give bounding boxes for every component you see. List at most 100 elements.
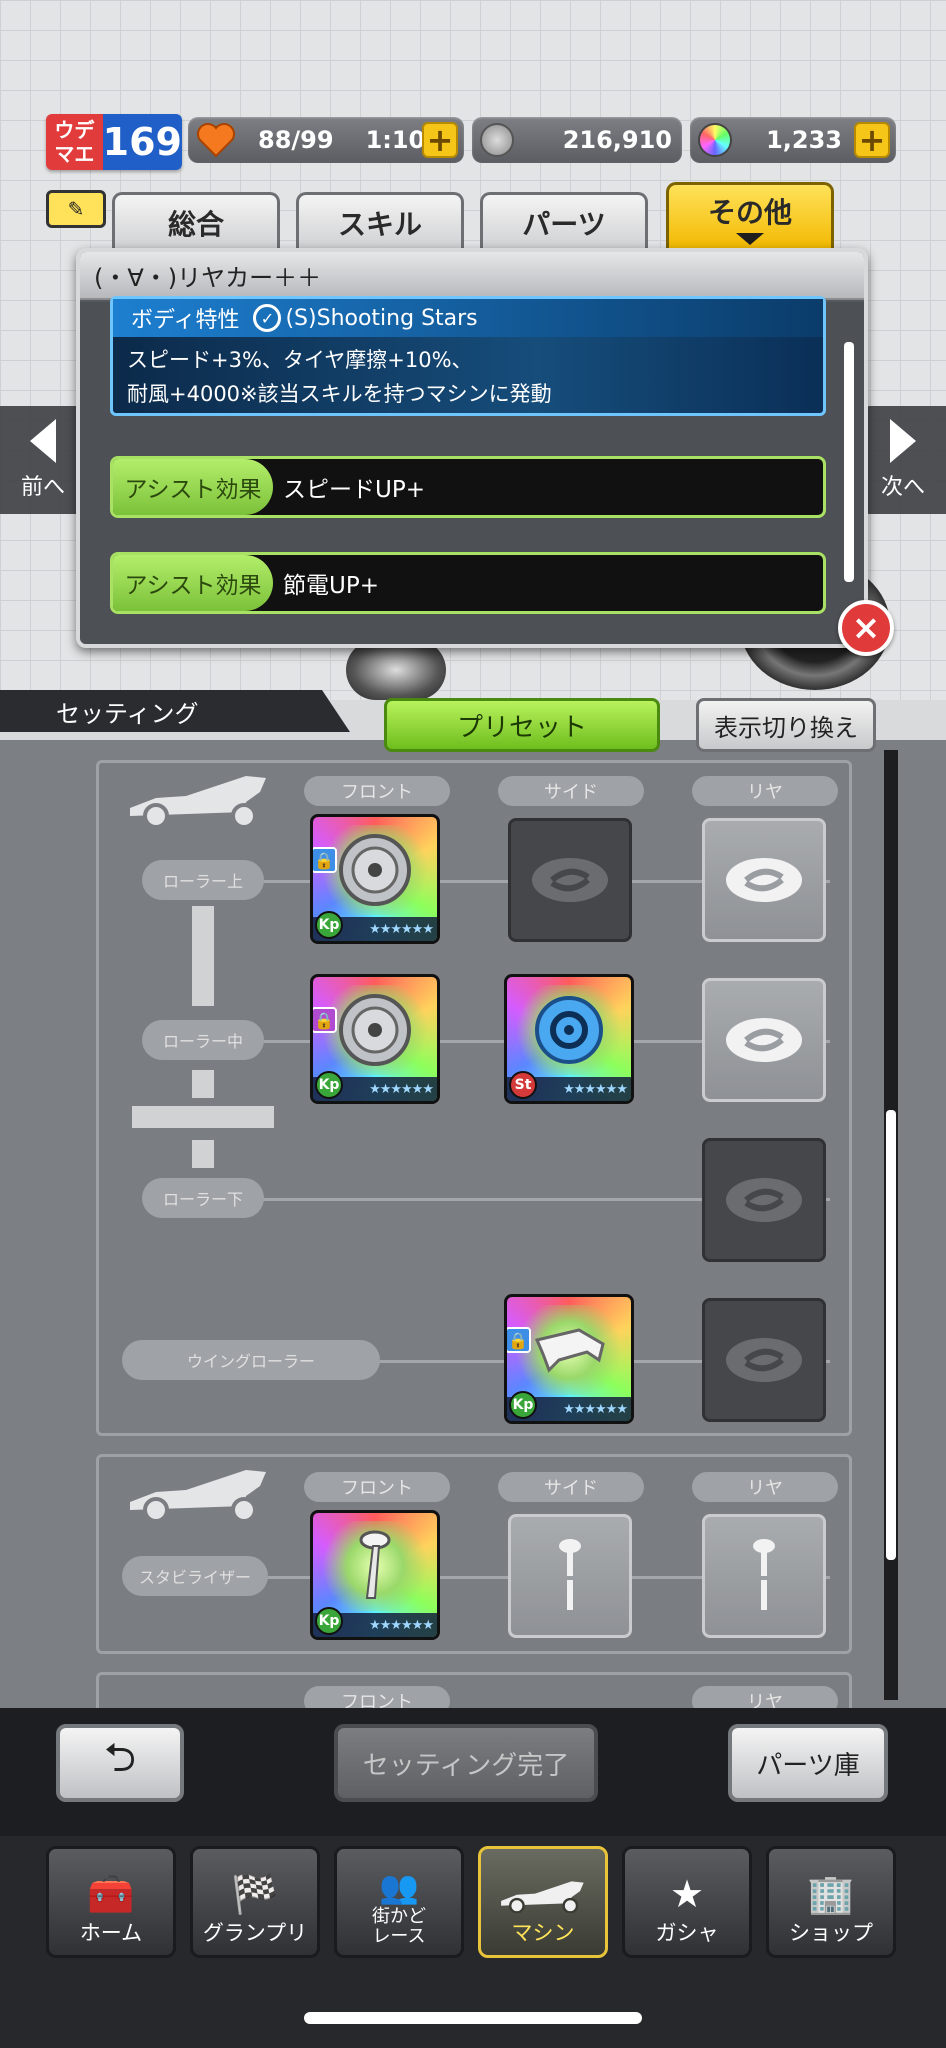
empty-slot-roller-bottom-rear[interactable] bbox=[702, 1138, 826, 1262]
tab-other[interactable]: その他 bbox=[666, 182, 834, 250]
tab-skill[interactable]: スキル bbox=[296, 192, 464, 250]
column-side: サイド bbox=[498, 1472, 644, 1502]
star-laurel-icon: ★ bbox=[669, 1872, 705, 1916]
empty-slot-roller-top-rear[interactable] bbox=[702, 818, 826, 942]
kp-badge: Kp bbox=[315, 1071, 343, 1099]
next-button[interactable]: 次へ bbox=[860, 406, 946, 514]
rank-value: 169 bbox=[102, 114, 182, 170]
arrow-left-icon bbox=[30, 419, 56, 463]
coin-value: 216,910 bbox=[562, 126, 672, 154]
nav-shop[interactable]: 🏢 ショップ bbox=[766, 1846, 896, 1958]
nav-machine[interactable]: マシン bbox=[478, 1846, 608, 1958]
nav-street-race-label: 街かど レース bbox=[372, 1906, 426, 1947]
part-card-stabilizer-front[interactable]: ★★★★★★ Kp bbox=[310, 1510, 440, 1640]
add-gem-button[interactable]: + bbox=[854, 122, 890, 158]
roller-slot-icon bbox=[726, 858, 802, 902]
nav-shop-label: ショップ bbox=[789, 1921, 873, 1945]
setting-scrollbar[interactable] bbox=[886, 1110, 896, 1560]
rank-badge: ウデマエ 169 bbox=[46, 114, 182, 170]
prev-label: 前へ bbox=[20, 475, 65, 500]
kp-badge: Kp bbox=[315, 1607, 343, 1635]
toggle-view-button[interactable]: 表示切り換え bbox=[696, 698, 876, 752]
row-label-roller-mid: ローラー中 bbox=[142, 1020, 264, 1060]
part-card-wing-roller-side[interactable]: 🔒 ★★★★★★ Kp bbox=[504, 1294, 634, 1424]
body-trait-description: スピード+3%、タイヤ摩擦+10%、 耐風+4000※該当スキルを持つマシンに発… bbox=[113, 337, 823, 417]
setting-complete-button[interactable]: セッティング完了 bbox=[334, 1724, 598, 1802]
assist-effect-2: アシスト効果 節電UP+ bbox=[110, 552, 826, 614]
check-icon: ✓ bbox=[253, 304, 282, 332]
empty-slot-wing-roller-rear[interactable] bbox=[702, 1298, 826, 1422]
body-trait-card: ボディ特性 ✓ (S)Shooting Stars スピード+3%、タイヤ摩擦+… bbox=[110, 296, 826, 416]
close-popup-button[interactable]: × bbox=[838, 600, 894, 656]
chassis-plate bbox=[132, 1106, 274, 1128]
column-side: サイド bbox=[498, 776, 644, 806]
part-image bbox=[321, 985, 429, 1075]
nav-home[interactable]: 🧰 ホーム bbox=[46, 1846, 176, 1958]
gem-value: 1,233 bbox=[766, 126, 842, 154]
assist-label: アシスト効果 bbox=[113, 459, 273, 515]
column-front: フロント bbox=[304, 776, 450, 806]
chassis-bar bbox=[192, 906, 214, 1006]
tab-overall[interactable]: 総合 bbox=[112, 192, 280, 250]
nav-gacha[interactable]: ★ ガシャ bbox=[622, 1846, 752, 1958]
gem-display: 1,233 + bbox=[690, 117, 896, 163]
car-icon bbox=[501, 1881, 584, 1913]
assist-effect-1: アシスト効果 スピードUP+ bbox=[110, 456, 826, 518]
assist-label: アシスト効果 bbox=[113, 555, 273, 611]
row-label-wing-roller: ウイングローラー bbox=[122, 1340, 380, 1380]
nav-grandprix-label: グランプリ bbox=[202, 1921, 308, 1945]
back-button[interactable]: ⮌ bbox=[56, 1724, 184, 1802]
empty-slot-stabilizer-rear[interactable] bbox=[702, 1514, 826, 1638]
next-label: 次へ bbox=[880, 475, 925, 500]
race-people-icon: 👥 bbox=[379, 1868, 419, 1906]
column-rear: リヤ bbox=[692, 776, 838, 806]
popup-body: ボディ特性 ✓ (S)Shooting Stars スピード+3%、タイヤ摩擦+… bbox=[80, 296, 864, 644]
nav-machine-label: マシン bbox=[511, 1921, 575, 1945]
roller-slot-icon bbox=[726, 1018, 802, 1062]
parts-storage-button[interactable]: パーツ庫 bbox=[728, 1724, 888, 1802]
kp-badge: Kp bbox=[315, 911, 343, 939]
coin-display: 216,910 bbox=[472, 117, 682, 163]
rank-label: ウデマエ bbox=[46, 114, 103, 170]
row-label-stabilizer: スタビライザー bbox=[122, 1556, 268, 1596]
body-desc-line-2: 耐風+4000※該当スキルを持つマシンに発動 bbox=[127, 382, 552, 406]
row-label-roller-bottom: ローラー下 bbox=[142, 1178, 264, 1218]
building-icon: 🏢 bbox=[807, 1872, 855, 1916]
empty-slot-roller-mid-rear[interactable] bbox=[702, 978, 826, 1102]
rainbow-gem-icon bbox=[698, 123, 732, 157]
tab-parts[interactable]: パーツ bbox=[480, 192, 648, 250]
preset-button[interactable]: プリセット bbox=[384, 698, 660, 752]
empty-slot-roller-top-side[interactable] bbox=[508, 818, 632, 942]
part-image bbox=[321, 1521, 429, 1611]
stamina-value: 88/99 bbox=[258, 126, 334, 154]
car-silhouette-icon bbox=[130, 776, 266, 828]
stamina-timer: 1:10 bbox=[365, 126, 426, 154]
nav-grandprix[interactable]: 🏁 グランプリ bbox=[190, 1846, 320, 1958]
popup-scrollbar[interactable] bbox=[844, 342, 854, 582]
nav-street-race[interactable]: 👥 街かど レース bbox=[334, 1846, 464, 1958]
stabilizer-pole-icon bbox=[359, 1530, 391, 1599]
machine-wheel-image bbox=[346, 640, 446, 700]
home-indicator[interactable] bbox=[304, 2012, 642, 2024]
empty-slot-stabilizer-side[interactable] bbox=[508, 1514, 632, 1638]
stamina-display: 88/99 1:10 + bbox=[188, 117, 464, 163]
edit-name-icon[interactable]: ✎ bbox=[46, 190, 106, 228]
heart-icon bbox=[197, 123, 235, 158]
part-card-roller-mid-side[interactable]: ★★★★★★ St bbox=[504, 974, 634, 1104]
tab-other-label: その他 bbox=[707, 195, 792, 229]
arrow-right-icon bbox=[890, 419, 916, 463]
lock-icon: 🔒 bbox=[313, 847, 337, 873]
roller-wheel-icon bbox=[339, 834, 411, 906]
part-card-roller-mid-front[interactable]: 🔒 ★★★★★★ Kp bbox=[310, 974, 440, 1104]
add-stamina-button[interactable]: + bbox=[422, 122, 458, 158]
column-front: フロント bbox=[304, 1472, 450, 1502]
body-detail-popup: (・∀・)リヤカー＋＋ ボディ特性 ✓ (S)Shooting Stars スピ… bbox=[76, 248, 868, 648]
body-trait-label: ボディ特性 bbox=[131, 308, 240, 333]
prev-button[interactable]: 前へ bbox=[0, 406, 86, 514]
popup-title: (・∀・)リヤカー＋＋ bbox=[80, 252, 864, 300]
part-card-roller-top-front[interactable]: 🔒 ★★★★★★ Kp bbox=[310, 814, 440, 944]
body-trait-header: ボディ特性 ✓ (S)Shooting Stars bbox=[113, 299, 823, 337]
assist-value: スピードUP+ bbox=[283, 477, 425, 503]
stabilizer-slot-icon bbox=[559, 1539, 581, 1610]
part-image bbox=[515, 985, 623, 1075]
